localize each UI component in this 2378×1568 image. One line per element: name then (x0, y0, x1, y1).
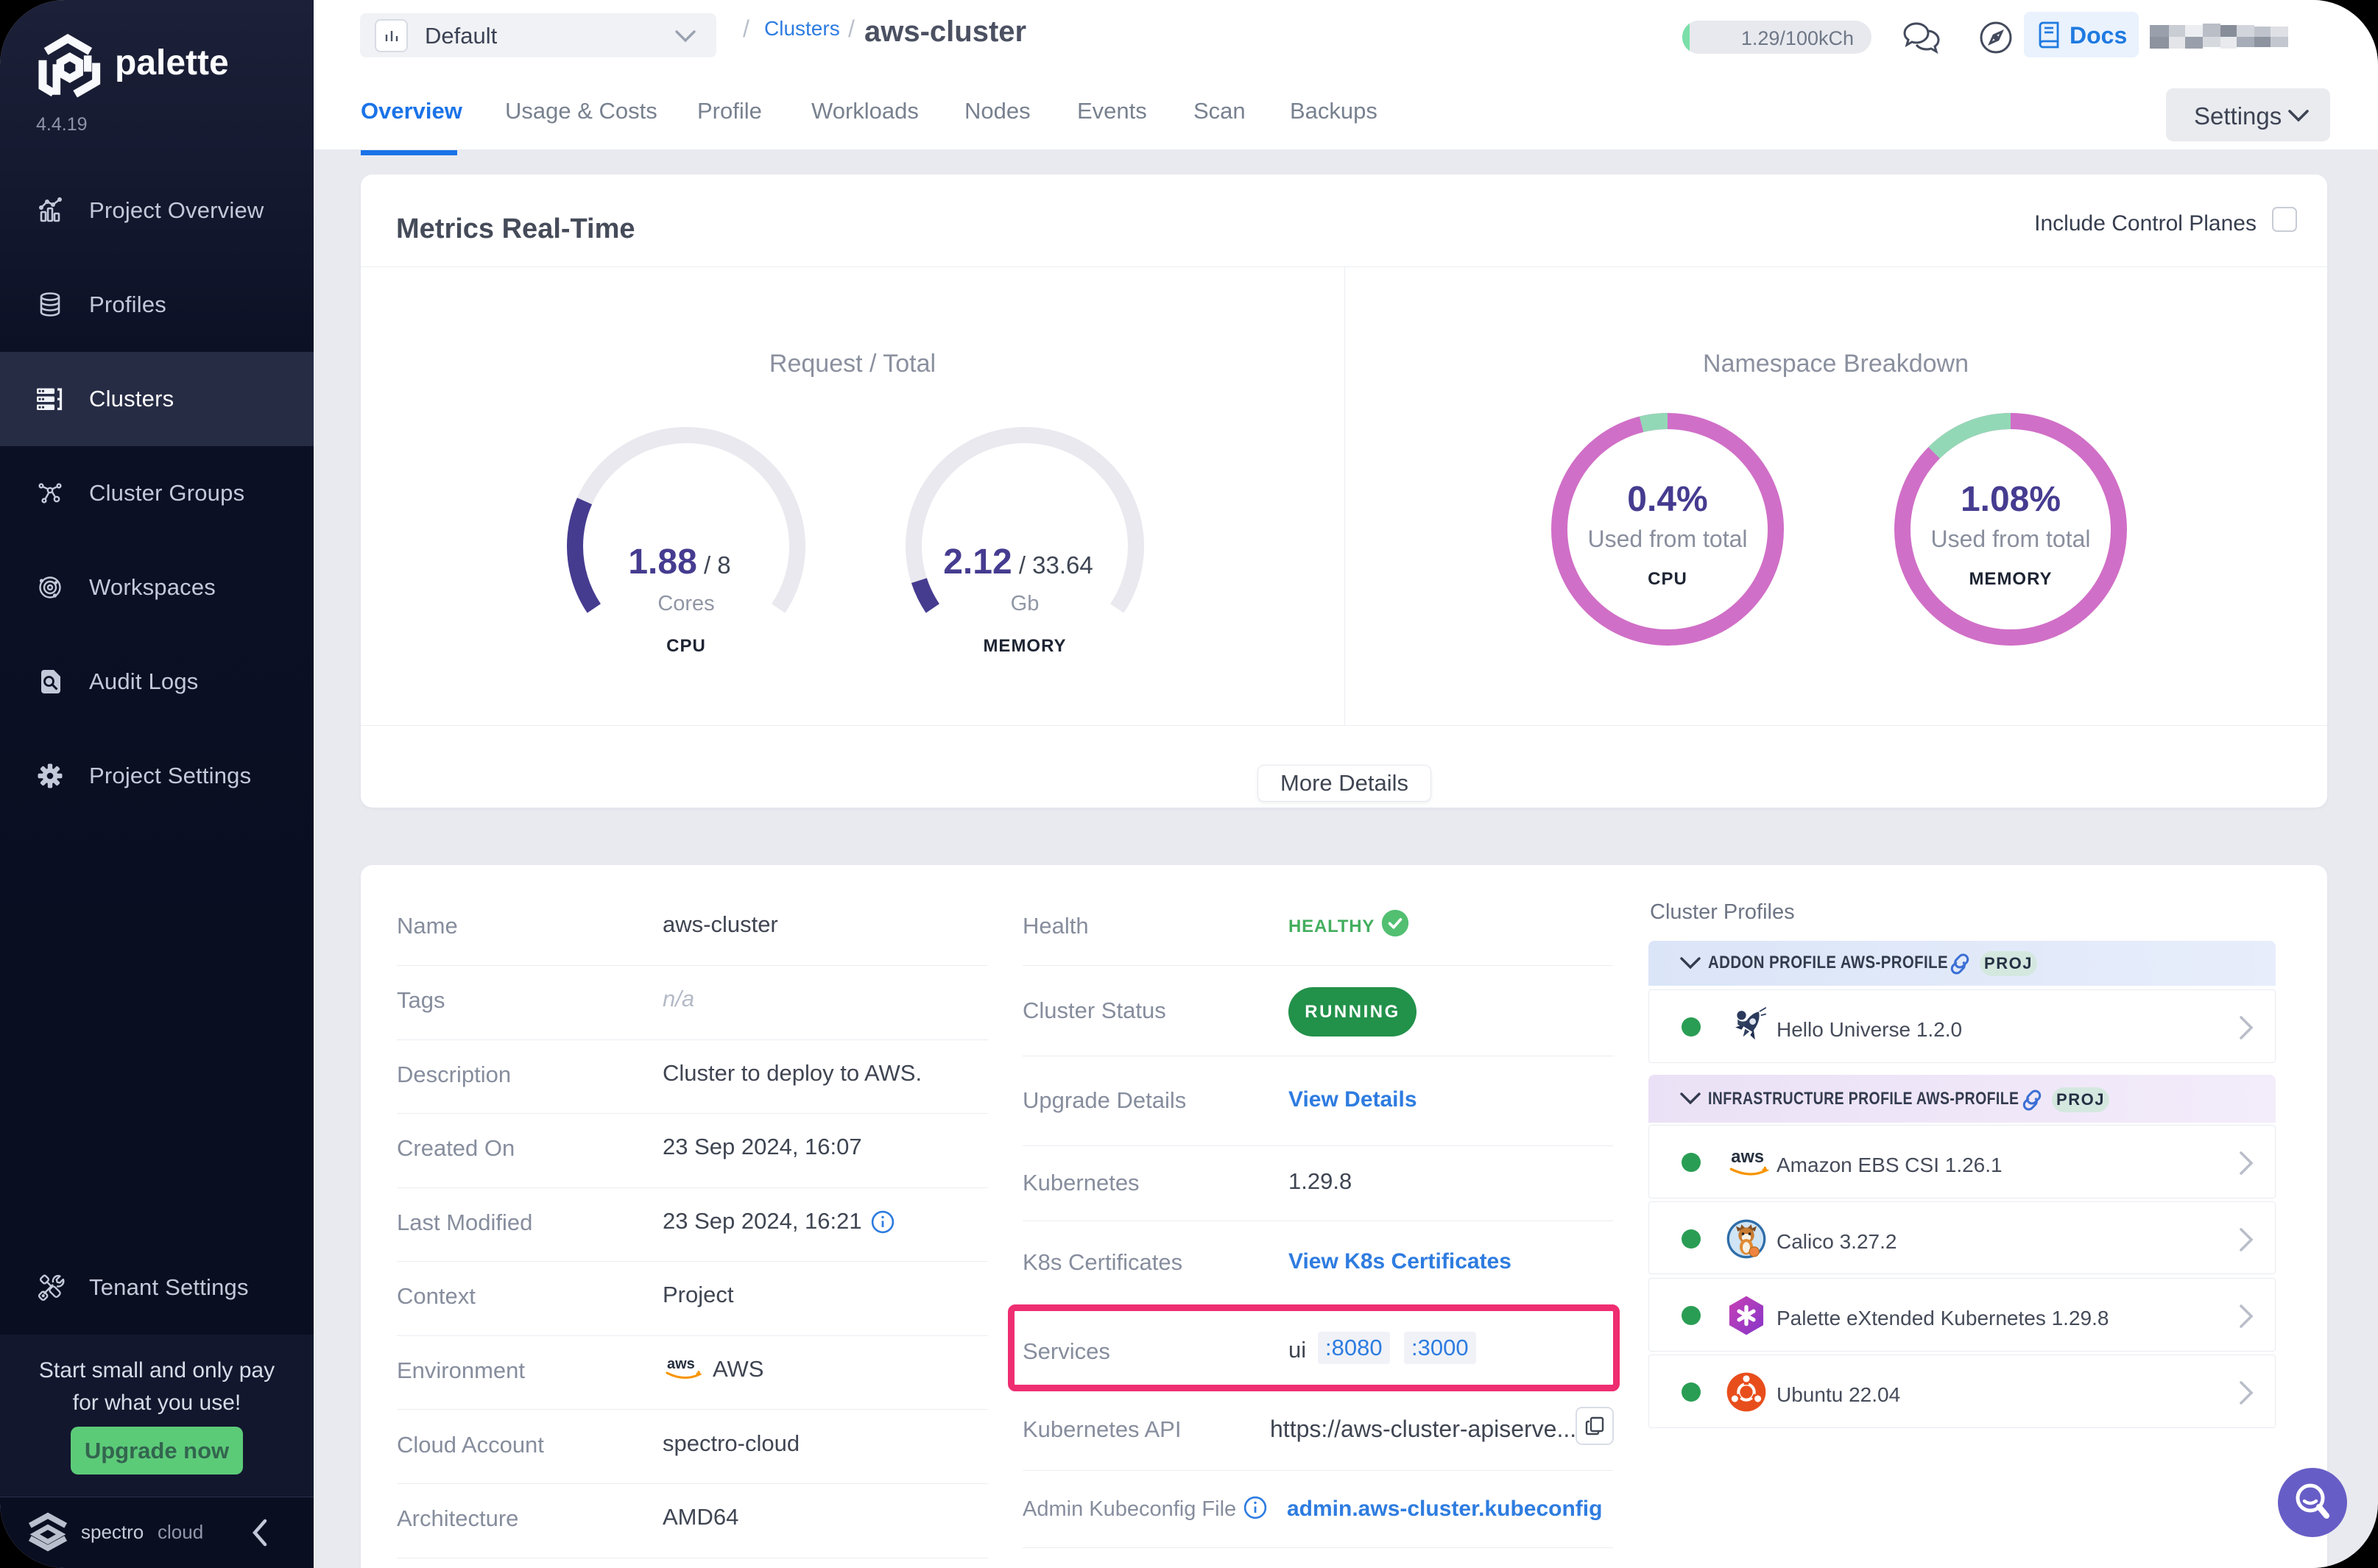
svg-text:aws: aws (1731, 1148, 1764, 1167)
svg-text:aws: aws (667, 1356, 695, 1372)
